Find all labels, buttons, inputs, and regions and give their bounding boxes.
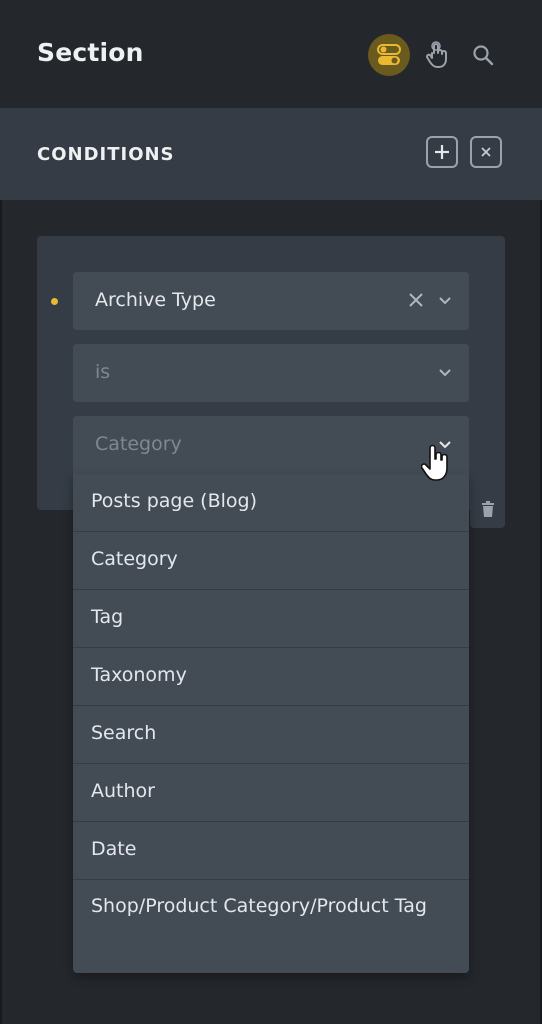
dropdown-option-label: Date <box>91 838 137 860</box>
panel-header: Section <box>0 0 542 108</box>
dropdown-option-label: Posts page (Blog) <box>91 490 258 512</box>
condition-value-select[interactable]: Category <box>73 416 469 474</box>
condition-type-select[interactable]: Archive Type <box>73 272 469 330</box>
dropdown-option-label: Search <box>91 722 157 744</box>
conditions-bar: CONDITIONS <box>0 108 542 200</box>
condition-type-value: Archive Type <box>95 289 216 311</box>
close-conditions-button[interactable] <box>470 136 502 168</box>
dropdown-option[interactable]: Category <box>73 532 469 590</box>
dropdown-option[interactable]: Search <box>73 706 469 764</box>
toggle-icon[interactable] <box>368 34 410 76</box>
close-icon <box>481 147 491 157</box>
trash-icon <box>481 501 494 517</box>
pointer-hand-icon[interactable] <box>416 34 458 76</box>
dropdown-option[interactable]: Shop/Product Category/Product Tag <box>73 880 469 973</box>
search-icon[interactable] <box>462 34 504 76</box>
dropdown-option[interactable]: Taxonomy <box>73 648 469 706</box>
dropdown-option-label: Taxonomy <box>91 664 187 686</box>
hand-cursor-icon <box>421 444 448 481</box>
dropdown-option[interactable]: Posts page (Blog) <box>73 474 469 532</box>
dropdown-option-label: Author <box>91 780 155 802</box>
dropdown-option[interactable]: Author <box>73 764 469 822</box>
clear-icon[interactable] <box>408 292 424 308</box>
condition-operator-select[interactable]: is <box>73 344 469 402</box>
condition-value-dropdown: Posts page (Blog) Category Tag Taxonomy … <box>73 474 469 973</box>
plus-icon <box>435 145 449 159</box>
dropdown-option-label: Category <box>91 548 178 570</box>
chevron-down-icon[interactable] <box>437 292 453 308</box>
dropdown-option[interactable]: Date <box>73 822 469 880</box>
chevron-down-icon[interactable] <box>437 364 453 380</box>
add-condition-button[interactable] <box>426 136 458 168</box>
condition-value-placeholder: Category <box>95 433 182 455</box>
condition-operator-placeholder: is <box>95 361 111 383</box>
condition-indicator-dot <box>51 298 58 305</box>
panel-title: Section <box>37 38 144 67</box>
conditions-title: CONDITIONS <box>37 144 175 165</box>
delete-condition-button[interactable] <box>470 490 505 528</box>
dropdown-option-label: Tag <box>91 606 124 628</box>
dropdown-option[interactable]: Tag <box>73 590 469 648</box>
dropdown-option-label: Shop/Product Category/Product Tag <box>91 895 427 917</box>
